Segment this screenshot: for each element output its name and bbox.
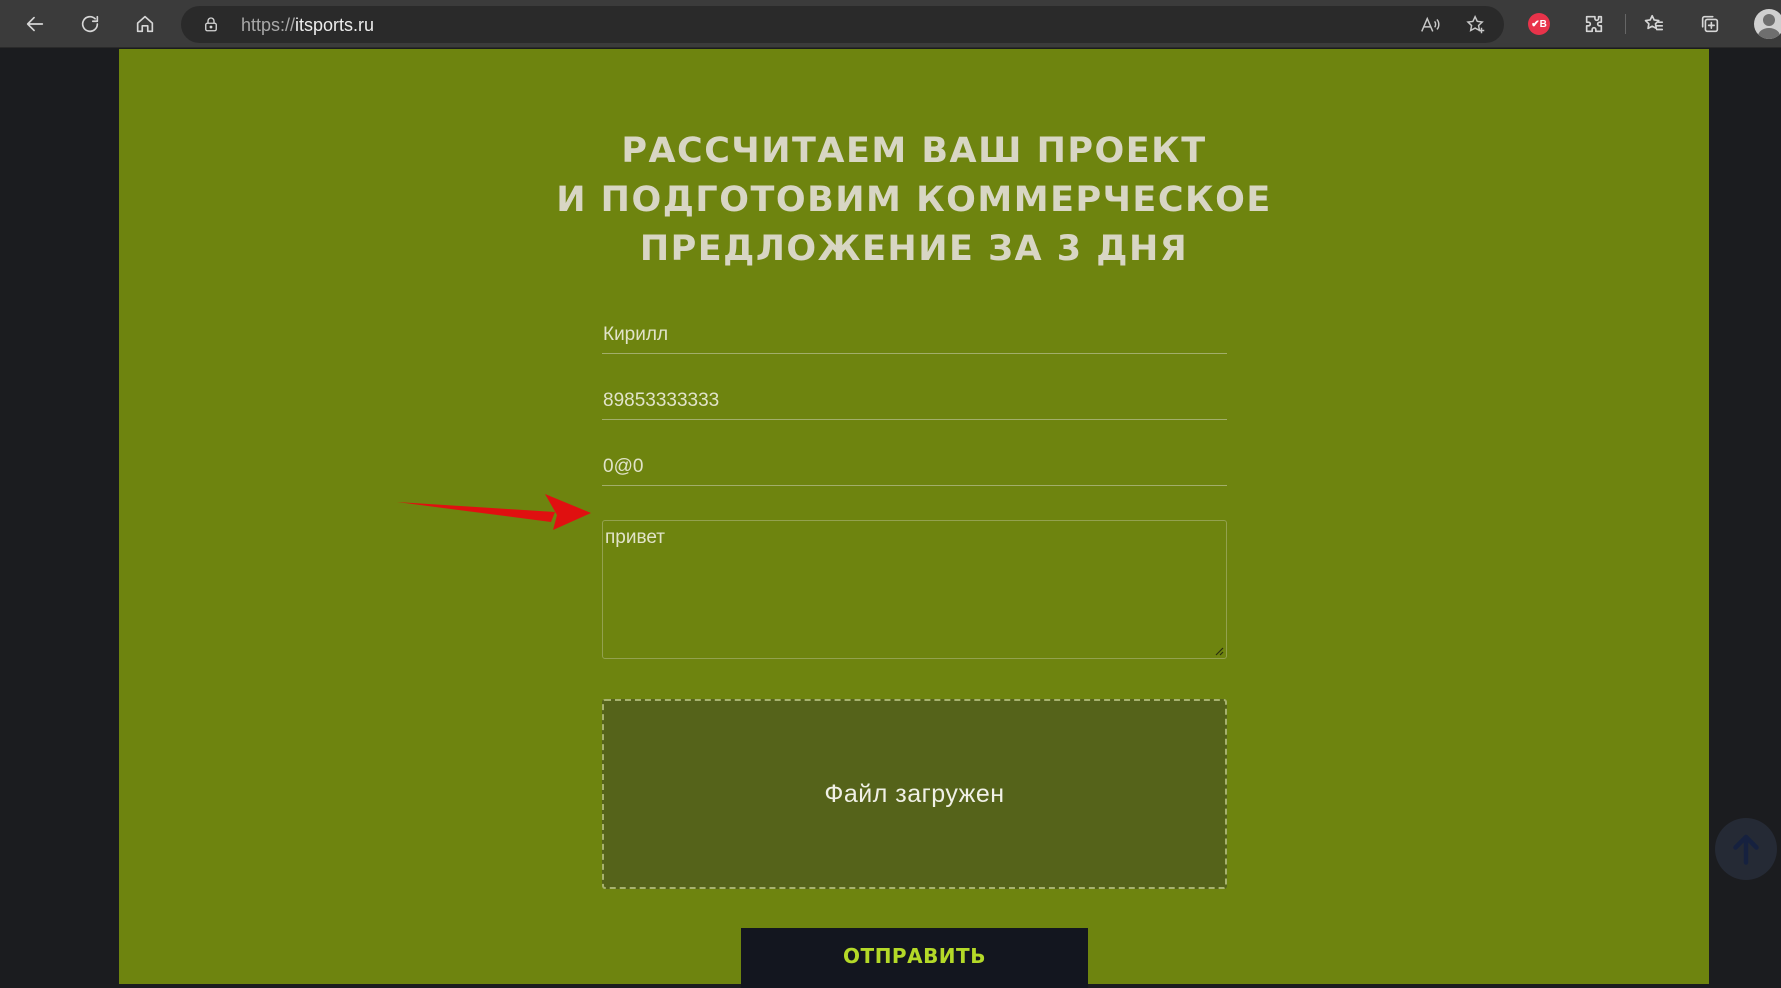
form-title-line-3: ПРЕДЛОЖЕНИЕ ЗА 3 ДНЯ <box>639 229 1189 269</box>
favorites-button[interactable] <box>1638 8 1670 40</box>
submit-button[interactable]: ОТПРАВИТЬ <box>741 928 1088 988</box>
address-bar[interactable]: https://itsports.ru <box>181 6 1504 43</box>
back-button[interactable] <box>19 8 51 40</box>
home-icon <box>136 15 154 33</box>
url-host: itsports.ru <box>295 15 375 35</box>
extensions-button[interactable] <box>1578 8 1610 40</box>
url-scheme: https:// <box>241 15 296 35</box>
home-button[interactable] <box>129 8 161 40</box>
favorites-star-icon <box>1644 14 1664 31</box>
name-input[interactable]: Кирилл <box>602 320 1227 354</box>
form-title-line-2: И ПОДГОТОВИМ КОММЕРЧЕСКОЕ <box>556 180 1272 220</box>
extension-badge-icon[interactable]: ✔B <box>1528 13 1550 35</box>
form-title-line-1: РАССЧИТАЕМ ВАШ ПРОЕКТ <box>621 131 1207 171</box>
scroll-to-top-button[interactable] <box>1715 818 1777 880</box>
collections-icon <box>1701 15 1719 33</box>
browser-toolbar: https://itsports.ru ✔B <box>0 0 1781 48</box>
web-page: РАССЧИТАЕМ ВАШ ПРОЕКТ И ПОДГОТОВИМ КОММЕ… <box>0 49 1781 988</box>
puzzle-icon <box>1585 15 1603 33</box>
back-arrow-icon <box>26 16 44 32</box>
toolbar-separator <box>1625 14 1626 34</box>
add-favorite-button[interactable] <box>1463 12 1489 38</box>
name-input-value: Кирилл <box>603 324 669 345</box>
message-textarea[interactable]: привет <box>602 520 1227 659</box>
phone-input-value: 89853333333 <box>603 390 720 411</box>
contact-form-section: РАССЧИТАЕМ ВАШ ПРОЕКТ И ПОДГОТОВИМ КОММЕ… <box>119 49 1709 988</box>
lock-icon <box>202 15 220 33</box>
annotation-arrow-icon <box>397 494 591 530</box>
star-add-icon <box>1466 15 1485 34</box>
message-textarea-value: привет <box>605 527 665 548</box>
url-text[interactable]: https://itsports.ru <box>241 15 374 36</box>
arrow-up-icon <box>1733 834 1759 865</box>
file-upload-status: Файл загружен <box>824 779 1005 808</box>
reload-button[interactable] <box>74 8 106 40</box>
phone-input[interactable]: 89853333333 <box>602 386 1227 420</box>
profile-avatar[interactable] <box>1754 9 1781 39</box>
resize-handle-icon[interactable] <box>1214 646 1224 656</box>
collections-button[interactable] <box>1694 8 1726 40</box>
email-input-value: 0@0 <box>603 456 644 477</box>
form-title: РАССЧИТАЕМ ВАШ ПРОЕКТ И ПОДГОТОВИМ КОММЕ… <box>119 127 1709 274</box>
email-input[interactable]: 0@0 <box>602 452 1227 486</box>
reload-icon <box>81 15 99 33</box>
read-aloud-button[interactable] <box>1417 12 1443 38</box>
file-upload-dropzone[interactable]: Файл загружен <box>602 699 1227 889</box>
read-aloud-icon <box>1421 16 1440 32</box>
